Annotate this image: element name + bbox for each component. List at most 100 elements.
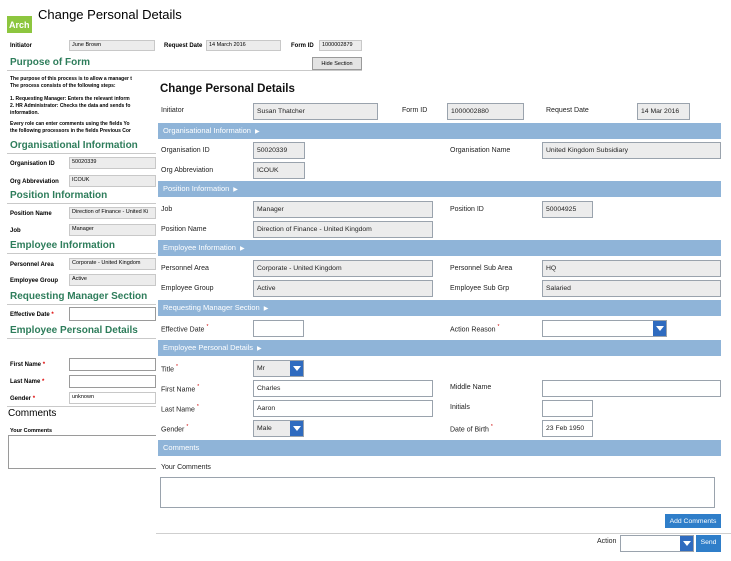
action-select[interactable]	[620, 535, 694, 552]
bg-last-name-input[interactable]	[69, 375, 156, 388]
bg-job-value: Manager	[69, 224, 156, 236]
title-select[interactable]: Mr	[253, 360, 304, 377]
section-employee-personal-details[interactable]: Employee Personal Details ▶	[158, 340, 721, 356]
middle-name-label: Middle Name	[450, 384, 492, 391]
initials-input[interactable]	[542, 400, 593, 417]
chevron-right-icon: ▶	[233, 187, 238, 193]
middle-name-input[interactable]	[542, 380, 721, 397]
bg-divider	[7, 70, 362, 71]
org-name-label: Organisation Name	[450, 147, 511, 154]
dob-label: Date of Birth *	[450, 424, 493, 434]
gender-select[interactable]: Male	[253, 420, 304, 437]
last-name-label: Last Name *	[161, 404, 199, 414]
bg-purpose-line: Every role can enter comments using the …	[10, 121, 130, 127]
bg-gender-select[interactable]: unknown	[69, 392, 156, 404]
bg-initiator-label: Initiator	[10, 43, 32, 49]
background-form-title: Change Personal Details	[38, 7, 182, 22]
bg-req-mgr-heading: Requesting Manager Section	[10, 291, 148, 302]
bg-personnel-area-label: Personnel Area	[10, 262, 54, 268]
bg-purpose-line: 2. HR Administrator: Checks the data and…	[10, 103, 131, 109]
chevron-down-icon[interactable]	[290, 421, 303, 436]
bg-org-id-value: 50020339	[69, 157, 156, 169]
form-id-field: 1000002880	[447, 103, 524, 120]
bg-form-id-label: Form ID	[291, 43, 314, 49]
hide-section-button[interactable]: Hide Section	[312, 57, 362, 70]
org-abbrev-field: ICOUK	[253, 162, 305, 179]
action-reason-select[interactable]	[542, 320, 667, 337]
send-button[interactable]: Send	[696, 535, 721, 552]
request-date-field: 14 Mar 2016	[637, 103, 690, 120]
position-id-field: 50004925	[542, 201, 593, 218]
org-id-label: Organisation ID	[161, 147, 210, 154]
position-id-label: Position ID	[450, 206, 484, 213]
effective-date-label: Effective Date *	[161, 324, 209, 334]
bg-divider	[7, 253, 157, 254]
job-field: Manager	[253, 201, 433, 218]
bg-request-date-label: Request Date	[164, 43, 203, 49]
add-comments-button[interactable]: Add Comments	[665, 514, 721, 528]
bg-purpose-line: information.	[10, 110, 39, 116]
position-name-field: Direction of Finance - United Kingdom	[253, 221, 433, 238]
bg-employee-heading: Employee Information	[10, 240, 116, 251]
first-name-label: First Name *	[161, 384, 200, 394]
chevron-right-icon: ▶	[254, 129, 260, 135]
arch-logo: Arch	[7, 16, 32, 33]
section-organisational-information[interactable]: Organisational Information ▶	[158, 123, 721, 139]
bg-org-heading: Organisational Information	[10, 140, 138, 151]
bg-job-label: Job	[10, 228, 21, 234]
chevron-right-icon: ▶	[239, 246, 245, 252]
change-personal-details-form: Change Personal Details Initiator Susan …	[156, 78, 731, 561]
org-id-field: 50020339	[253, 142, 305, 159]
bg-personal-heading: Employee Personal Details	[10, 325, 138, 336]
bg-position-name-value: Direction of Finance - United Ki	[69, 207, 156, 219]
position-name-label: Position Name	[161, 226, 207, 233]
personnel-sub-area-label: Personnel Sub Area	[450, 265, 513, 272]
bg-effective-date-label: Effective Date *	[10, 312, 54, 318]
chevron-down-icon[interactable]	[680, 536, 693, 551]
bg-divider	[7, 153, 157, 154]
bg-last-name-label: Last Name *	[10, 379, 45, 385]
bg-org-abbrev-label: Org Abbreviation	[10, 179, 59, 185]
first-name-input[interactable]: Charles	[253, 380, 433, 397]
section-requesting-manager[interactable]: Requesting Manager Section ▶	[158, 300, 721, 316]
section-comments[interactable]: Comments	[158, 440, 721, 456]
your-comments-label: Your Comments	[161, 464, 211, 471]
bg-purpose-heading: Purpose of Form	[10, 57, 91, 68]
personnel-sub-area-field: HQ	[542, 260, 721, 277]
form-id-label: Form ID	[402, 107, 428, 114]
bg-effective-date-input[interactable]	[69, 307, 156, 321]
section-position-information[interactable]: Position Information ▶	[158, 181, 721, 197]
bg-position-name-label: Position Name	[10, 211, 52, 217]
bg-your-comments-textarea[interactable]	[8, 435, 158, 469]
job-label: Job	[161, 206, 173, 213]
bg-employee-group-value: Active	[69, 274, 156, 286]
bg-first-name-label: First Name *	[10, 362, 46, 368]
action-reason-label: Action Reason *	[450, 324, 500, 334]
bg-comments-heading: Comments	[8, 408, 57, 419]
title-label: Title *	[161, 364, 178, 374]
chevron-down-icon[interactable]	[653, 321, 666, 336]
personnel-area-field: Corporate - United Kingdom	[253, 260, 433, 277]
bg-purpose-line: The process consists of the following st…	[10, 83, 116, 89]
employee-group-label: Employee Group	[161, 285, 214, 292]
bg-purpose-line: the following processors in the fields P…	[10, 128, 131, 134]
section-employee-information[interactable]: Employee Information ▶	[158, 240, 721, 256]
last-name-input[interactable]: Aaron	[253, 400, 433, 417]
bg-request-date-value: 14 March 2016	[206, 40, 281, 51]
personnel-area-label: Personnel Area	[161, 265, 209, 272]
chevron-down-icon[interactable]	[290, 361, 303, 376]
employee-sub-grp-label: Employee Sub Grp	[450, 285, 510, 292]
bg-purpose-line: The purpose of this process is to allow …	[10, 76, 132, 82]
chevron-right-icon: ▶	[257, 346, 262, 352]
bg-purpose-line: 1. Requesting Manager: Enters the releva…	[10, 96, 130, 102]
bg-first-name-input[interactable]	[69, 358, 156, 371]
bg-personnel-area-value: Corporate - United Kingdom	[69, 258, 156, 270]
bg-gender-label: Gender *	[10, 396, 36, 402]
dob-input[interactable]: 23 Feb 1950	[542, 420, 593, 437]
bg-form-id-value: 1000002879	[319, 40, 362, 51]
effective-date-input[interactable]	[253, 320, 304, 337]
org-name-field: United Kingdom Subsidiary	[542, 142, 721, 159]
your-comments-textarea[interactable]	[160, 477, 715, 508]
bg-org-id-label: Organisation ID	[10, 161, 55, 167]
bg-divider	[7, 304, 157, 305]
